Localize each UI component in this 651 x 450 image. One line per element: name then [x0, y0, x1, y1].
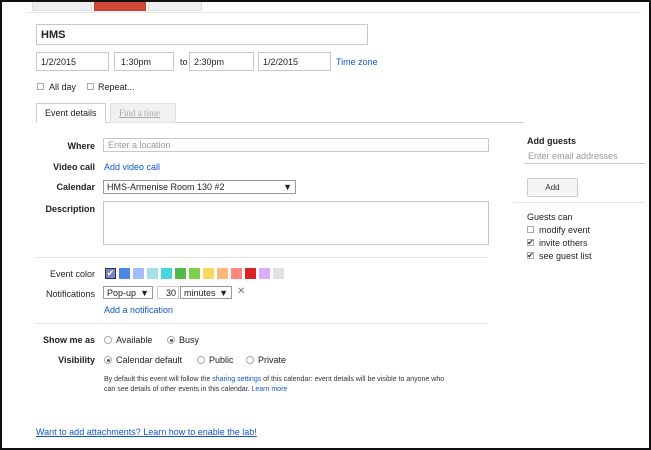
notification-unit-select[interactable]: minutes ▼	[180, 286, 232, 299]
all-day-label: All day	[49, 82, 77, 92]
color-swatch[interactable]	[189, 268, 200, 279]
event-title-input[interactable]: HMS	[36, 24, 368, 45]
modify-event-label: modify event	[539, 225, 591, 235]
notification-amount-input[interactable]: 30	[157, 286, 179, 299]
color-swatch[interactable]	[259, 268, 270, 279]
event-title-text: HMS	[41, 28, 66, 41]
visibility-private-label: Private	[258, 355, 287, 365]
color-swatch[interactable]	[245, 268, 256, 279]
description-label: Description	[45, 204, 95, 214]
color-swatch[interactable]	[133, 268, 144, 279]
attachments-lab-link[interactable]: Want to add attachments? Learn how to en…	[36, 427, 257, 437]
see-guest-list-checkbox[interactable]: ✔	[527, 252, 534, 260]
toolbar-button-right[interactable]	[148, 2, 202, 11]
color-swatch[interactable]	[217, 268, 228, 279]
color-swatch[interactable]	[273, 268, 284, 279]
color-swatch[interactable]	[161, 268, 172, 279]
add-notification-link[interactable]: Add a notification	[104, 305, 173, 315]
invite-others-label: invite others	[539, 238, 588, 248]
busy-label: Busy	[179, 335, 200, 345]
guests-can-label: Guests can	[527, 212, 573, 222]
repeat-checkbox[interactable]	[87, 83, 94, 90]
visibility-default-radio[interactable]	[104, 356, 112, 364]
notifications-label: Notifications	[45, 289, 95, 299]
visibility-public-label: Public	[209, 355, 234, 365]
description-textarea[interactable]	[103, 201, 489, 245]
learn-more-link[interactable]: Learn more	[252, 386, 288, 393]
add-guest-button[interactable]: Add	[527, 178, 578, 197]
show-me-as-label: Show me as	[42, 335, 95, 345]
where-placeholder: Enter a location	[108, 140, 171, 150]
color-swatch[interactable]	[203, 268, 214, 279]
visibility-private-radio[interactable]	[246, 356, 254, 364]
color-swatch[interactable]	[231, 268, 242, 279]
color-swatch[interactable]	[175, 268, 186, 279]
available-radio[interactable]	[104, 336, 112, 344]
tab-find-a-time[interactable]: Find a time	[110, 103, 176, 123]
see-guest-list-label: see guest list	[539, 251, 592, 261]
color-swatch[interactable]	[147, 268, 158, 279]
top-toolbar	[26, 2, 641, 13]
timezone-link[interactable]: Time zone	[336, 57, 378, 67]
where-label: Where	[67, 141, 95, 151]
dropdown-arrow-icon: ▼	[283, 182, 292, 192]
busy-radio[interactable]	[167, 336, 175, 344]
end-date-input[interactable]: 1/2/2015	[258, 52, 331, 71]
invite-others-checkbox[interactable]: ✔	[527, 239, 534, 247]
guest-email-input[interactable]: Enter email addresses	[524, 149, 645, 164]
notification-type-select[interactable]: Pop-up ▼	[103, 286, 153, 299]
section-divider	[36, 323, 488, 324]
section-divider	[36, 257, 488, 258]
modify-event-checkbox[interactable]	[527, 226, 534, 233]
visibility-label: Visibility	[58, 355, 95, 365]
color-swatch-selected[interactable]: ✔	[105, 268, 116, 279]
to-label: to	[180, 57, 188, 67]
toolbar-button-left[interactable]	[32, 2, 92, 11]
add-video-call-link[interactable]: Add video call	[104, 162, 160, 172]
available-label: Available	[116, 335, 153, 345]
visibility-default-label: Calendar default	[116, 355, 183, 365]
remove-notification-icon[interactable]: ✕	[237, 286, 245, 297]
guests-divider	[514, 202, 645, 203]
visibility-public-radio[interactable]	[197, 356, 205, 364]
event-color-label: Event color	[49, 269, 95, 279]
dropdown-arrow-icon: ▼	[140, 287, 149, 298]
all-day-checkbox[interactable]	[37, 83, 44, 90]
color-swatch[interactable]	[119, 268, 130, 279]
where-input[interactable]: Enter a location	[103, 138, 489, 152]
save-button[interactable]	[94, 2, 146, 11]
visibility-info: By default this event will follow the sh…	[104, 376, 445, 393]
add-guests-heading: Add guests	[527, 136, 577, 146]
tab-event-details[interactable]: Event details	[36, 103, 106, 123]
calendar-select[interactable]: HMS-Armenise Room 130 #2 ▼	[103, 180, 296, 194]
sharing-settings-link[interactable]: sharing settings	[212, 376, 261, 383]
calendar-label: Calendar	[56, 182, 95, 192]
start-time-input[interactable]: 1:30pm	[114, 52, 174, 71]
video-call-label: Video call	[53, 162, 95, 172]
start-date-input[interactable]: 1/2/2015	[36, 52, 109, 71]
repeat-label: Repeat...	[98, 82, 135, 92]
end-time-input[interactable]: 2:30pm	[189, 52, 254, 71]
dropdown-arrow-icon: ▼	[219, 287, 228, 298]
